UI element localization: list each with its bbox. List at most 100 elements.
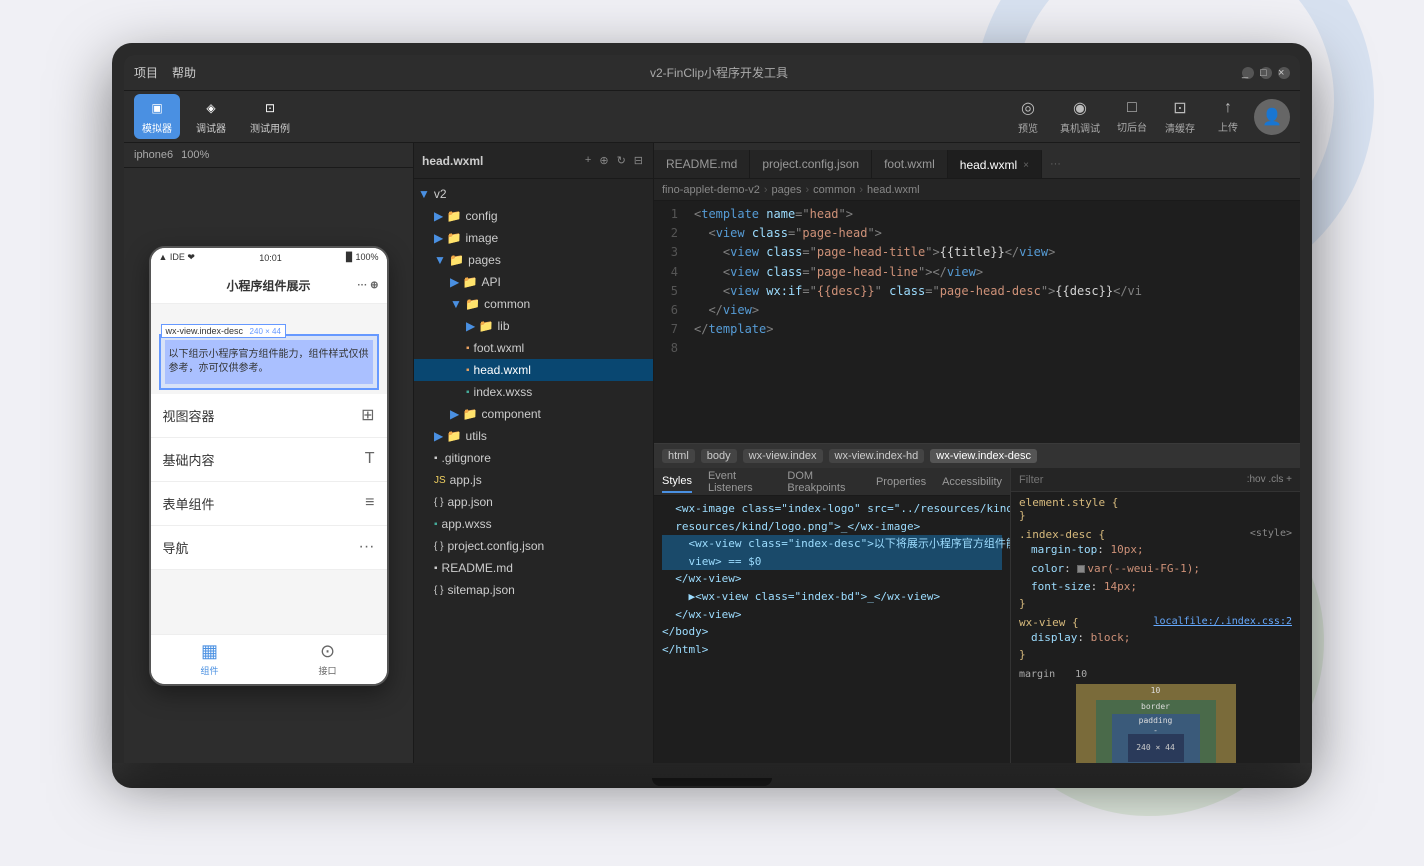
refresh-btn[interactable]: ↻ [615,152,628,169]
html-tag-wx-index-hd[interactable]: wx-view.index-hd [829,449,925,463]
app-title: v2-FinClip小程序开发工具 [650,66,788,80]
win-minimize[interactable]: _ [1242,67,1254,79]
menu-project[interactable]: 项目 [134,64,158,81]
tree-folder-api[interactable]: ▶ 📁 API [414,271,653,293]
style-source-wx-view[interactable]: localfile:/.index.css:2 [1154,616,1292,627]
breadcrumb-sep-2: › [859,184,863,196]
list-item-0[interactable]: 视图容器 ⊞ [151,394,387,438]
tree-folder-config[interactable]: ▶ 📁 config [414,205,653,227]
style-selector-index-desc: .index-desc { <style> [1019,528,1292,541]
html-tag-wx-index[interactable]: wx-view.index [743,449,823,463]
html-line-5: ▶<wx-view class="index-bd">_</wx-view> [662,588,1002,606]
tree-folder-lib[interactable]: ▶ 📁 lib [414,315,653,337]
list-item-icon-2: ≡ [365,494,374,512]
tab-project-config[interactable]: project.config.json [750,150,872,178]
code-line-6: 6 </view> [654,301,1300,320]
list-item-2[interactable]: 表单组件 ≡ [151,482,387,526]
toolbar-btn-debug[interactable]: ◈ 调试器 [188,94,234,139]
devtools-styles-tabs: Styles Event Listeners DOM Breakpoints P… [654,468,1010,496]
styles-body: element.style { } .index-desc [1011,492,1300,763]
devtools-tab-styles[interactable]: Styles [662,471,692,493]
toolbar-action-preview[interactable]: ◎ 预览 [1006,94,1050,139]
list-item-icon-0: ⊞ [361,405,374,425]
devtools-tab-dom-breakpoints[interactable]: DOM Breakpoints [787,468,860,498]
html-tag-body[interactable]: body [701,449,737,463]
toolbar-action-upload[interactable]: ↑ 上传 [1206,95,1250,138]
tab-readme[interactable]: README.md [654,150,750,178]
toolbar-action-cut-backend[interactable]: □ 切后台 [1110,95,1154,138]
list-item-1[interactable]: 基础内容 T [151,438,387,482]
style-selector-wx-view: wx-view { localfile:/.index.css:2 [1019,616,1292,629]
style-rule-element: element.style { } [1019,496,1292,522]
tree-file-readme[interactable]: ▪ README.md [414,557,653,579]
toolbar-action-real-device[interactable]: ◉ 真机调试 [1054,94,1106,139]
html-tag-wx-index-desc[interactable]: wx-view.index-desc [930,449,1037,463]
win-maximize[interactable]: □ [1260,67,1272,79]
devtools-tab-properties[interactable]: Properties [876,472,926,492]
component-label: component [482,407,541,421]
toolbar-btn-simulate[interactable]: ▣ 模拟器 [134,94,180,139]
tree-file-app-js[interactable]: JS app.js [414,469,653,491]
box-model-container: margin 10 10 [1019,669,1292,763]
phone-nav-dots[interactable]: ··· ⊕ [357,280,378,291]
style-rule-wx-view: wx-view { localfile:/.index.css:2 displa… [1019,616,1292,661]
tree-folder-image[interactable]: ▶ 📁 image [414,227,653,249]
phone-tab-api[interactable]: ⊙ 接口 [318,641,336,677]
tab-more-btn[interactable]: ··· [1042,150,1069,178]
html-tag-html[interactable]: html [662,449,695,463]
tree-file-index-wxss[interactable]: ▪ index.wxss [414,381,653,403]
tree-folder-pages[interactable]: ▼ 📁 pages [414,249,653,271]
menu-help[interactable]: 帮助 [172,64,196,81]
code-scroll[interactable]: 1 <template name="head"> 2 <view class="… [654,201,1300,443]
tree-file-app-wxss[interactable]: ▪ app.wxss [414,513,653,535]
phone-tab-component[interactable]: ▦ 组件 [200,641,218,677]
sitemap-icon: { } [434,585,443,596]
tree-folder-component[interactable]: ▶ 📁 component [414,403,653,425]
list-item-3[interactable]: 导航 ··· [151,526,387,570]
html-line-4: </wx-view> [662,570,1002,588]
box-margin-top-val: 10 [1151,686,1161,695]
devtools-panel: html body wx-view.index wx-view.index-hd… [654,443,1300,763]
tab-foot-wxml[interactable]: foot.wxml [872,150,948,178]
image-folder-icon: ▶ 📁 [434,231,462,245]
laptop-notch [652,778,772,786]
collapse-btn[interactable]: ⊟ [632,152,645,169]
user-avatar[interactable]: 👤 [1254,99,1290,135]
toolbar-action-clear-cache[interactable]: ⊡ 清缓存 [1158,94,1202,139]
tree-root[interactable]: ▼ v2 [414,183,653,205]
tree-file-foot-wxml[interactable]: ▪ foot.wxml [414,337,653,359]
code-line-8: 8 [654,339,1300,358]
html-line-2[interactable]: <wx-view class="index-desc">以下将展示小程序官方组件… [662,535,1002,553]
tree-file-gitignore[interactable]: ▪ .gitignore [414,447,653,469]
head-wxml-icon: ▪ [466,365,470,376]
html-line-3[interactable]: view> == $0 [662,553,1002,571]
phone-status-bar: ▲ IDE ❤ 10:01 ▉ 100% [151,248,387,268]
simulate-label: 模拟器 [142,120,172,135]
filter-input[interactable] [1019,474,1239,486]
toolbar-btn-test[interactable]: ⊡ 测试用例 [242,94,298,139]
phone-battery: ▉ 100% [346,252,378,263]
root-folder-icon: ▼ [418,187,430,201]
toolbar-right: ◎ 预览 ◉ 真机调试 □ 切后台 ⊡ 清缓存 [1006,94,1290,139]
win-close[interactable]: × [1278,67,1290,79]
simulator-panel: iphone6 100% ▲ IDE ❤ 10:01 ▉ 100% [124,143,414,763]
list-item-label-0: 视图容器 [163,406,215,425]
tab-foot-wxml-label: foot.wxml [884,157,935,171]
html-tree: <wx-image class="index-logo" src="../res… [654,496,1010,763]
tree-file-app-json[interactable]: { } app.json [414,491,653,513]
new-file-btn[interactable]: + [583,152,593,169]
tree-file-sitemap[interactable]: { } sitemap.json [414,579,653,601]
tab-close-icon[interactable]: × [1023,160,1029,171]
box-content: 240 × 44 [1128,734,1184,762]
devtools-tab-accessibility[interactable]: Accessibility [942,472,1002,492]
devtools-tab-event-listeners[interactable]: Event Listeners [708,468,771,498]
tree-file-project-config[interactable]: { } project.config.json [414,535,653,557]
tab-head-wxml[interactable]: head.wxml × [948,150,1042,178]
tree-file-head-wxml[interactable]: ▪ head.wxml [414,359,653,381]
html-line-7: </body> [662,623,1002,641]
tree-folder-utils[interactable]: ▶ 📁 utils [414,425,653,447]
new-folder-btn[interactable]: ⊕ [597,152,610,169]
tree-folder-common[interactable]: ▼ 📁 common [414,293,653,315]
readme-icon: ▪ [434,563,438,574]
style-prop-margin-top: margin-top: 10px; [1019,541,1292,560]
